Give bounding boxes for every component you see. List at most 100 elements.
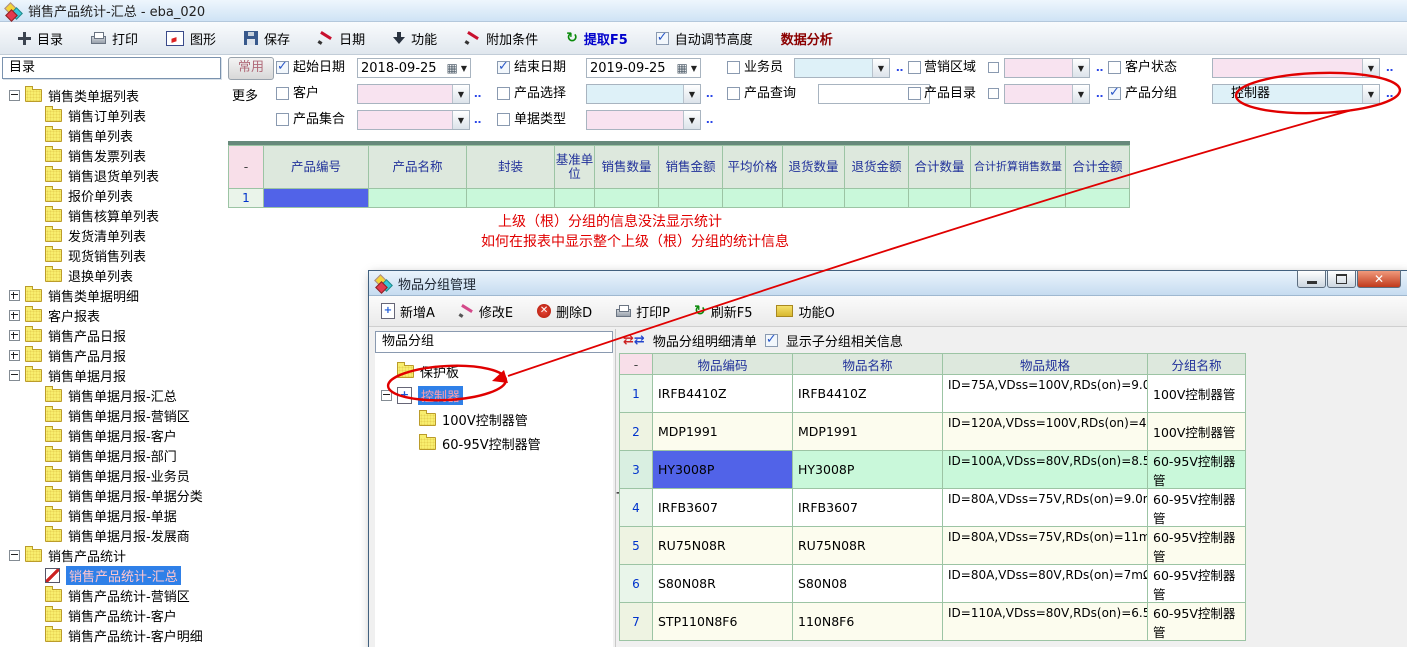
product-group-dropdown[interactable]: 控制器▼: [1212, 84, 1380, 104]
tree-item[interactable]: 销售退货单列表: [4, 165, 221, 185]
tree-item[interactable]: 发货清单列表: [4, 225, 221, 245]
item-name-cell[interactable]: IRFB3607: [793, 489, 943, 527]
grid-cell[interactable]: [369, 189, 467, 208]
extract-button[interactable]: ↻提取F5: [566, 29, 628, 48]
checkbox-checked-icon[interactable]: [656, 32, 669, 45]
product-set-checkbox[interactable]: [276, 113, 289, 126]
item-code-cell[interactable]: S80N08R: [653, 565, 793, 603]
tree-item-selected[interactable]: +控制器: [375, 383, 613, 407]
table-row[interactable]: 6 S80N08R S80N08 ID=80A,VDss=80V,RDs(on)…: [619, 565, 1246, 603]
tree-item[interactable]: 销售单据月报-客户: [4, 425, 221, 445]
doc-type-dropdown[interactable]: ▼: [586, 110, 701, 130]
item-spec-cell[interactable]: ID=80A,VDss=80V,RDs(on)=7mΩ,PD=200W: [943, 565, 1148, 603]
save-button[interactable]: 保存: [244, 29, 290, 48]
table-row-selected[interactable]: 3 HY3008P HY3008P ID=100A,VDss=80V,RDs(o…: [619, 451, 1246, 489]
tree-item[interactable]: 销售单据月报-营销区: [4, 405, 221, 425]
item-spec-cell[interactable]: ID=75A,VDss=100V,RDs(on)=9.0mΩ,PD=230W: [943, 375, 1148, 413]
item-code-cell[interactable]: IRFB4410Z: [653, 375, 793, 413]
common-filters-button[interactable]: 常用: [228, 57, 274, 80]
tree-item[interactable]: 销售单据月报-汇总: [4, 385, 221, 405]
date-button[interactable]: 日期: [318, 29, 365, 48]
tree-item[interactable]: 销售产品统计: [4, 545, 221, 565]
doc-type-checkbox[interactable]: [497, 113, 510, 126]
collapse-icon[interactable]: [381, 390, 392, 401]
group-name-cell[interactable]: 100V控制器管: [1148, 375, 1246, 413]
expand-icon[interactable]: [9, 310, 20, 321]
tree-item[interactable]: 销售单据月报-单据: [4, 505, 221, 525]
group-name-cell[interactable]: 60-95V控制器管: [1148, 603, 1246, 641]
grid-cell[interactable]: [659, 189, 723, 208]
tree-item[interactable]: 销售产品日报: [4, 325, 221, 345]
tree-item[interactable]: 60-95V控制器管: [375, 431, 613, 455]
auto-height-toggle[interactable]: 自动调节高度: [656, 29, 753, 48]
row-number-cell[interactable]: 3: [619, 451, 653, 489]
panel-splitter[interactable]: [615, 329, 616, 647]
tree-item[interactable]: 报价单列表: [4, 185, 221, 205]
group-name-cell[interactable]: 60-95V控制器管: [1148, 489, 1246, 527]
row-number-cell[interactable]: 1: [228, 189, 264, 208]
catalog-button[interactable]: 目录: [18, 29, 63, 48]
product-catalog-checkbox[interactable]: [908, 87, 921, 100]
function-button[interactable]: 功能O: [776, 302, 834, 321]
product-catalog-dropdown[interactable]: ▼: [1004, 84, 1090, 104]
tree-item[interactable]: 现货销售列表: [4, 245, 221, 265]
function-button[interactable]: 功能: [393, 29, 437, 48]
salesman-checkbox[interactable]: [727, 61, 740, 74]
item-name-cell[interactable]: RU75N08R: [793, 527, 943, 565]
item-name-cell[interactable]: HY3008P: [793, 451, 943, 489]
product-set-dropdown[interactable]: ▼: [357, 110, 470, 130]
customer-status-dropdown[interactable]: ▼: [1212, 58, 1380, 78]
tree-item[interactable]: 100V控制器管: [375, 407, 613, 431]
item-code-cell[interactable]: IRFB3607: [653, 489, 793, 527]
dropdown-arrow-icon[interactable]: ▼: [683, 111, 700, 129]
product-select-dropdown[interactable]: ▼: [586, 84, 701, 104]
selected-cell[interactable]: [264, 189, 369, 208]
maximize-button[interactable]: [1327, 270, 1356, 288]
table-row[interactable]: 5 RU75N08R RU75N08R ID=80A,VDss=75V,RDs(…: [619, 527, 1246, 565]
end-date-field[interactable]: 2019-09-25 ▦▼: [586, 58, 701, 78]
row-number-cell[interactable]: 6: [619, 565, 653, 603]
tree-item[interactable]: 客户报表: [4, 305, 221, 325]
table-row[interactable]: 4 IRFB3607 IRFB3607 ID=80A,VDss=75V,RDs(…: [619, 489, 1246, 527]
end-date-checkbox[interactable]: [497, 61, 510, 74]
extra-condition-button[interactable]: 附加条件: [465, 29, 538, 48]
salesman-more-button[interactable]: ‥: [896, 61, 904, 74]
product-catalog-more-button[interactable]: ‥: [1096, 87, 1104, 100]
graph-button[interactable]: 图形: [166, 29, 216, 48]
collapse-icon[interactable]: [9, 550, 20, 561]
grid-cell[interactable]: [783, 189, 845, 208]
customer-status-checkbox[interactable]: [1108, 61, 1121, 74]
tree-item-selected[interactable]: 销售产品统计-汇总: [4, 565, 221, 585]
grid-cell[interactable]: [1066, 189, 1130, 208]
customer-more-button[interactable]: ‥: [474, 87, 482, 100]
group-name-cell[interactable]: 60-95V控制器管: [1148, 451, 1246, 489]
refresh-button[interactable]: ↻刷新F5: [694, 302, 752, 321]
more-filters-button[interactable]: 更多: [232, 85, 258, 104]
print-button[interactable]: 打印: [91, 29, 138, 48]
item-spec-cell[interactable]: ID=100A,VDss=80V,RDs(on)=8.5mΩ,PD=200W: [943, 451, 1148, 489]
dropdown-arrow-icon[interactable]: ▼: [872, 59, 889, 77]
item-name-cell[interactable]: 110N8F6: [793, 603, 943, 641]
row-number-cell[interactable]: 2: [619, 413, 653, 451]
tree-item[interactable]: 销售单据月报-部门: [4, 445, 221, 465]
row-number-cell[interactable]: 4: [619, 489, 653, 527]
collapse-icon[interactable]: [9, 370, 20, 381]
expand-icon[interactable]: [9, 350, 20, 361]
customer-dropdown[interactable]: ▼: [357, 84, 470, 104]
product-select-more-button[interactable]: ‥: [706, 87, 714, 100]
product-select-checkbox[interactable]: [497, 87, 510, 100]
tree-item[interactable]: 销售单据月报: [4, 365, 221, 385]
dropdown-arrow-icon[interactable]: ▼: [1072, 59, 1089, 77]
close-button[interactable]: ✕: [1357, 270, 1401, 288]
product-catalog-sub-checkbox[interactable]: [988, 88, 999, 99]
table-row[interactable]: 7 STP110N8F6 110N8F6 ID=110A,VDss=80V,RD…: [619, 603, 1246, 641]
dropdown-arrow-icon[interactable]: ▼: [683, 85, 700, 103]
minimize-button[interactable]: [1297, 270, 1326, 288]
grid-cell[interactable]: [723, 189, 783, 208]
grid-cell[interactable]: [909, 189, 971, 208]
tree-item[interactable]: 销售单据月报-发展商: [4, 525, 221, 545]
grid-cell[interactable]: [595, 189, 659, 208]
tree-item[interactable]: 销售产品统计-客户明细: [4, 625, 221, 645]
show-subgroup-checkbox[interactable]: [765, 334, 778, 347]
tree-item[interactable]: 销售发票列表: [4, 145, 221, 165]
